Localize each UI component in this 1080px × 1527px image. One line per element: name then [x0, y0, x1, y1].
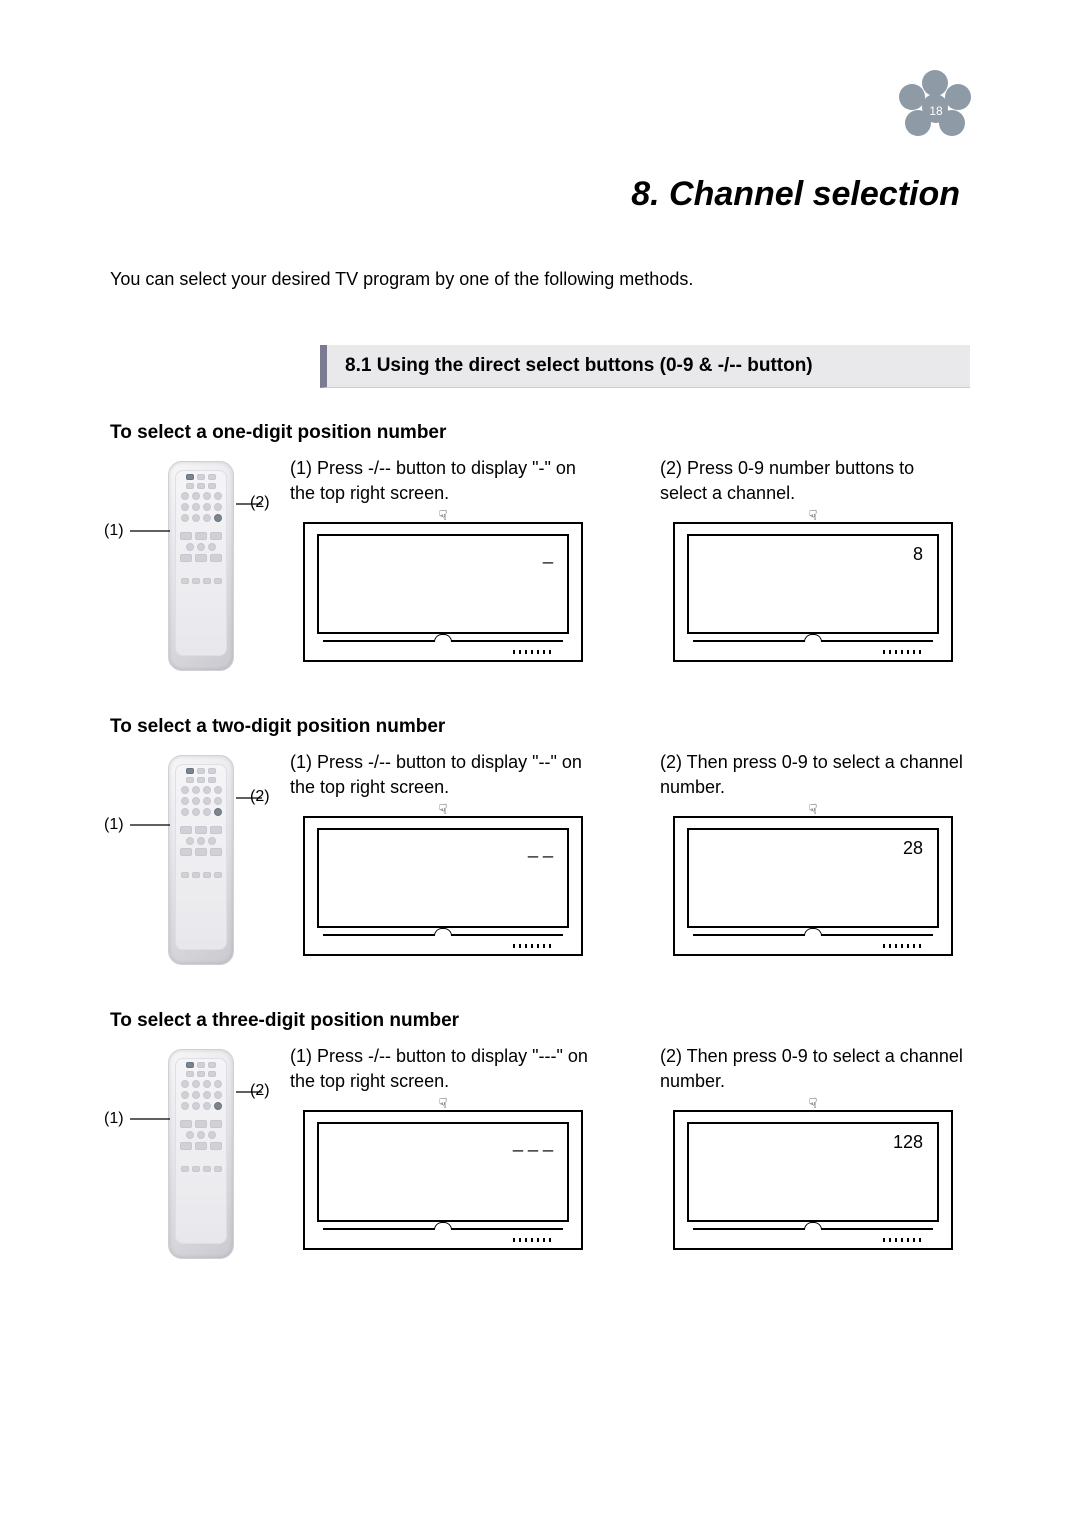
block-two-digit: (1) (2) (1) Press -/-- button to display…	[110, 750, 970, 980]
pointer-hand-icon: ☟	[439, 802, 448, 816]
callout-1: (1)	[104, 1110, 124, 1128]
remote-control-icon	[168, 755, 234, 965]
callout-2: (2)	[250, 788, 270, 806]
tv-display: 128	[893, 1132, 923, 1153]
step2-text: (2) Then press 0-9 to select a channel n…	[656, 1044, 970, 1094]
tv-display: _ _	[528, 838, 553, 859]
page-badge-flower-icon: 18	[890, 65, 980, 155]
step1-text: (1) Press -/-- button to display "--" on…	[286, 750, 600, 800]
section-heading: 8.1 Using the direct select buttons (0-9…	[320, 345, 970, 388]
pointer-hand-icon: ☟	[809, 508, 818, 522]
subhead-three-digit: To select a three-digit position number	[110, 1010, 970, 1032]
page-number: 18	[924, 99, 948, 123]
tv-icon: 128	[673, 1110, 953, 1250]
step2-col: (2) Press 0-9 number buttons to select a…	[650, 456, 970, 670]
manual-page: 18 8. Channel selection You can select y…	[0, 0, 1080, 1527]
callout-1: (1)	[104, 816, 124, 834]
pointer-hand-icon: ☟	[439, 508, 448, 522]
callout-2: (2)	[250, 494, 270, 512]
chapter-title: 8. Channel selection	[110, 175, 970, 214]
remote-control-icon	[168, 1049, 234, 1259]
block-one-digit: (1) (2) (1) Press -/-- button to display…	[110, 456, 970, 686]
step2-col: (2) Then press 0-9 to select a channel n…	[650, 1044, 970, 1258]
remote-diagram: (1) (2)	[110, 1044, 280, 1274]
tv-display: _	[543, 544, 553, 565]
tv-icon: _	[303, 522, 583, 662]
tv-display: 8	[913, 544, 923, 565]
remote-diagram: (1) (2)	[110, 750, 280, 980]
subhead-two-digit: To select a two-digit position number	[110, 716, 970, 738]
tv-icon: _ _	[303, 816, 583, 956]
callout-1: (1)	[104, 522, 124, 540]
tv-display: 28	[903, 838, 923, 859]
tv-icon: _ _ _	[303, 1110, 583, 1250]
step1-col: (1) Press -/-- button to display "--" on…	[280, 750, 600, 964]
step1-col: (1) Press -/-- button to display "---" o…	[280, 1044, 600, 1258]
intro-text: You can select your desired TV program b…	[110, 269, 970, 290]
step1-text: (1) Press -/-- button to display "---" o…	[286, 1044, 600, 1094]
pointer-hand-icon: ☟	[809, 1096, 818, 1110]
step1-col: (1) Press -/-- button to display "-" on …	[280, 456, 600, 670]
subhead-one-digit: To select a one-digit position number	[110, 422, 970, 444]
pointer-hand-icon: ☟	[809, 802, 818, 816]
step2-text: (2) Press 0-9 number buttons to select a…	[656, 456, 970, 506]
tv-icon: 28	[673, 816, 953, 956]
step2-col: (2) Then press 0-9 to select a channel n…	[650, 750, 970, 964]
step1-text: (1) Press -/-- button to display "-" on …	[286, 456, 600, 506]
tv-icon: 8	[673, 522, 953, 662]
pointer-hand-icon: ☟	[439, 1096, 448, 1110]
remote-control-icon	[168, 461, 234, 671]
callout-2: (2)	[250, 1082, 270, 1100]
step2-text: (2) Then press 0-9 to select a channel n…	[656, 750, 970, 800]
tv-display: _ _ _	[513, 1132, 553, 1153]
block-three-digit: (1) (2) (1) Press -/-- button to display…	[110, 1044, 970, 1274]
remote-diagram: (1) (2)	[110, 456, 280, 686]
